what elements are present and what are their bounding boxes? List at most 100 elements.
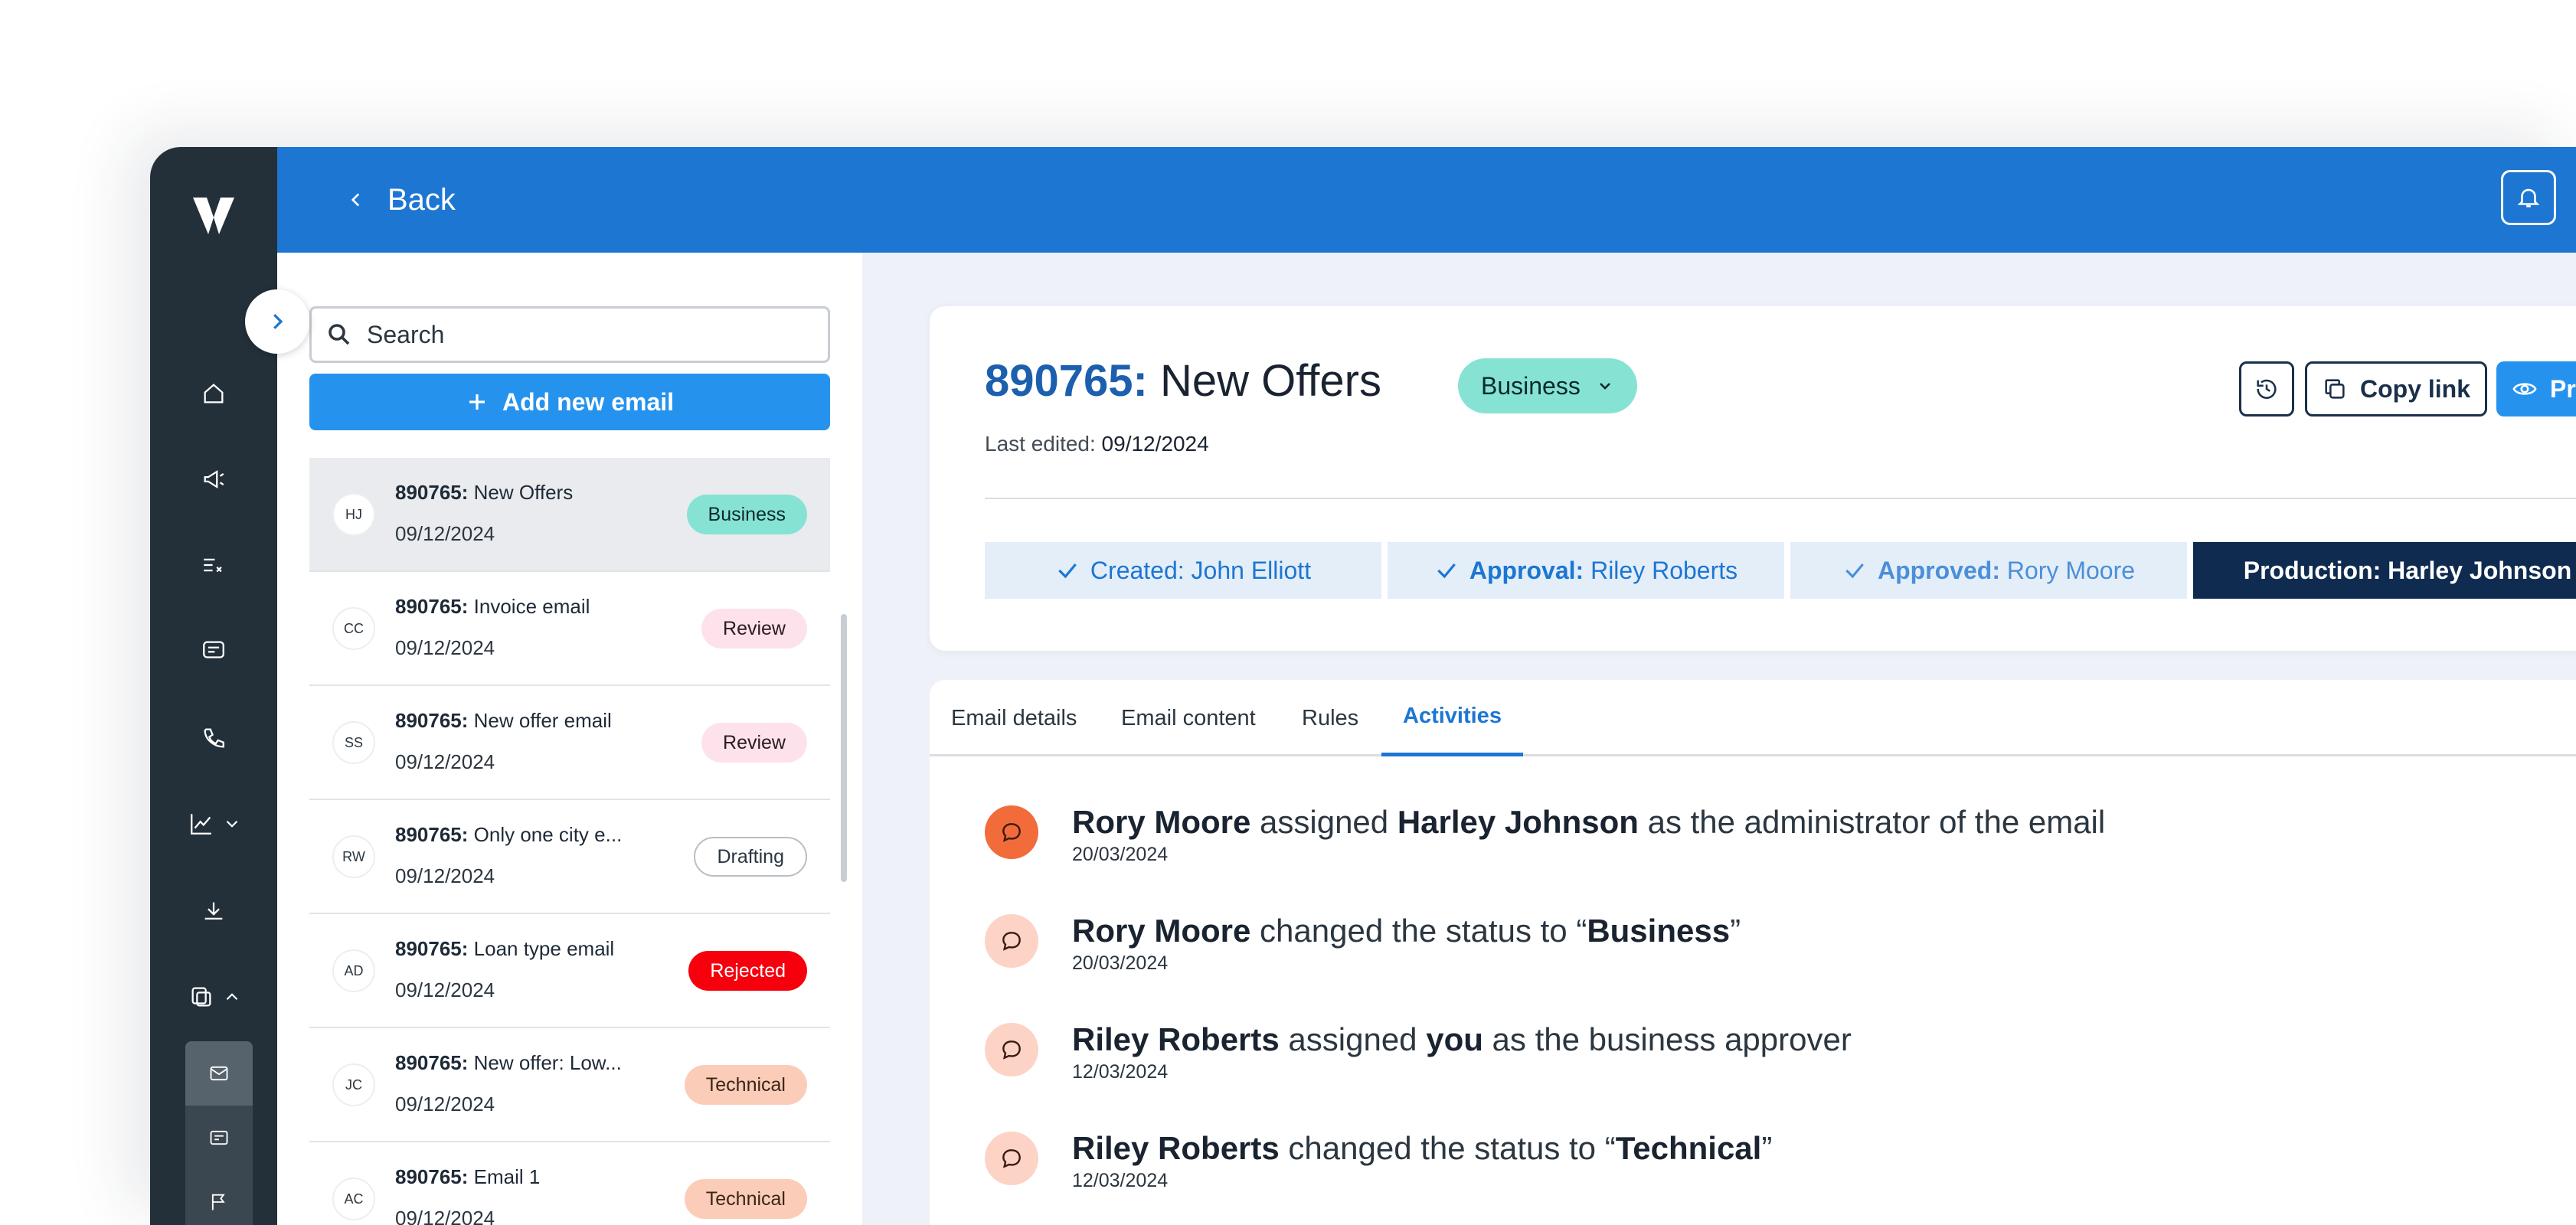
email-date: 09/12/2024: [395, 636, 495, 659]
status-badge: Review: [701, 723, 807, 763]
preview-test-button[interactable]: Preview a test: [2496, 361, 2576, 416]
back-label: Back: [387, 182, 456, 217]
copy-link-button[interactable]: Copy link: [2305, 361, 2487, 416]
activity-date: 20/03/2024: [1072, 952, 1169, 974]
avatar: SS: [332, 721, 375, 764]
logo-icon[interactable]: [188, 190, 239, 240]
eye-icon: [2512, 383, 2537, 395]
avatar: HJ: [332, 493, 375, 536]
mail-icon: [210, 1066, 228, 1081]
avatar: AD: [332, 949, 375, 992]
sidebar-subitem-flag[interactable]: [185, 1170, 253, 1225]
email-header-card: 890765: New Offers Business Last edited:…: [930, 306, 2576, 651]
checklist-icon: [204, 558, 222, 573]
plus-icon: [469, 394, 485, 410]
divider: [985, 498, 2576, 499]
email-name: New Offers: [1147, 356, 1381, 406]
avatar: CC: [332, 607, 375, 650]
download-icon: [204, 902, 223, 920]
top-bar: Back: [277, 147, 2576, 253]
add-new-email-label: Add new email: [502, 387, 675, 416]
list-item[interactable]: SS 890765: New offer email 09/12/2024 Re…: [309, 686, 830, 800]
list-item[interactable]: RW 890765: Only one city e... 09/12/2024…: [309, 800, 830, 914]
avatar: JC: [332, 1063, 375, 1106]
check-icon: [1845, 563, 1864, 579]
list-item[interactable]: HJ 890765: New Offers 09/12/2024 Busines…: [309, 458, 830, 572]
workflow-step-approved: Approved: Rory Moore: [1790, 542, 2187, 599]
check-icon: [1437, 563, 1456, 579]
status-dropdown[interactable]: Business: [1458, 358, 1637, 413]
tab-email-content[interactable]: Email content: [1121, 680, 1256, 756]
tab-activities[interactable]: Activities: [1381, 680, 1523, 756]
email-date: 09/12/2024: [395, 522, 495, 545]
list-item[interactable]: JC 890765: New offer: Low... 09/12/2024 …: [309, 1028, 830, 1142]
workflow-step-created: Created: John Elliott: [985, 542, 1381, 599]
search-icon: [329, 324, 350, 345]
email-list: HJ 890765: New Offers 09/12/2024 Busines…: [309, 458, 830, 1225]
sidebar-item-home[interactable]: [150, 369, 277, 418]
home-icon: [204, 384, 224, 403]
chevron-up-icon: [226, 993, 238, 1001]
sidebar-item-reports[interactable]: [150, 799, 277, 848]
copy-icon: [2325, 379, 2345, 399]
email-date: 09/12/2024: [395, 864, 495, 887]
tab-rules[interactable]: Rules: [1302, 680, 1358, 756]
list-item[interactable]: AC 890765: Email 1 09/12/2024 Technical: [309, 1142, 830, 1225]
chart-icon: [191, 814, 211, 835]
tab-email-details[interactable]: Email details: [951, 680, 1077, 756]
phone-icon: [204, 728, 224, 748]
list-item[interactable]: AD 890765: Loan type email 09/12/2024 Re…: [309, 914, 830, 1028]
sidebar-item-messages[interactable]: [150, 626, 277, 675]
search-field: [309, 306, 830, 363]
tab-bar: Email details Email content Rules Activi…: [930, 680, 2576, 756]
activity-message: Riley Roberts changed the status to “Tec…: [1072, 1130, 1773, 1166]
workflow-step-production: Production: Harley Johnson: [2193, 542, 2576, 599]
sidebar-item-downloads[interactable]: [150, 887, 277, 936]
email-date: 09/12/2024: [395, 750, 495, 773]
sidebar-submenu: [185, 1041, 253, 1225]
avatar: RW: [332, 835, 375, 878]
app-window: Back Add new email HJ 890765: New Offers…: [150, 147, 2576, 1225]
email-title: 890765: Invoice email: [395, 595, 590, 618]
sidebar-subitem-card[interactable]: [185, 1106, 253, 1170]
history-button[interactable]: [2239, 361, 2294, 416]
comment-icon: [985, 914, 1038, 968]
sidebar-item-calls[interactable]: [150, 714, 277, 763]
email-title: 890765: Only one city e...: [395, 823, 623, 846]
activity-date: 12/03/2024: [1072, 1170, 1169, 1191]
megaphone-icon: [204, 470, 224, 488]
activity-date: 20/03/2024: [1072, 844, 1169, 865]
comment-icon: [985, 805, 1038, 859]
status-badge: Drafting: [694, 837, 807, 877]
email-date: 09/12/2024: [395, 1207, 495, 1225]
sidebar-item-tasks[interactable]: [150, 541, 277, 590]
status-badge: Rejected: [688, 951, 807, 991]
notifications-button[interactable]: [2501, 170, 2556, 225]
status-badge: Technical: [684, 1065, 807, 1105]
last-edited: Last edited: 09/12/2024: [985, 432, 1209, 456]
sidebar-item-templates[interactable]: [150, 972, 277, 1021]
chevron-down-icon: [1599, 383, 1610, 390]
email-title: 890765: New offer email: [395, 709, 612, 732]
list-scrollbar[interactable]: [841, 614, 847, 882]
page-title: 890765: New Offers: [985, 355, 1381, 407]
status-badge: Technical: [684, 1179, 807, 1219]
avatar: AC: [332, 1178, 375, 1220]
activity-message: Rory Moore assigned Harley Johnson as th…: [1072, 804, 2106, 840]
activity-date: 12/03/2024: [1072, 1061, 1169, 1083]
expand-sidebar-button[interactable]: [245, 289, 309, 354]
email-list-panel: Add new email HJ 890765: New Offers 09/1…: [277, 253, 862, 1225]
email-date: 09/12/2024: [395, 1093, 495, 1116]
add-new-email-button[interactable]: Add new email: [309, 374, 830, 430]
search-input[interactable]: [367, 320, 796, 349]
chevron-left-icon: [351, 193, 360, 207]
status-badge: Review: [701, 609, 807, 648]
sidebar-subitem-email[interactable]: [185, 1041, 253, 1106]
list-item[interactable]: CC 890765: Invoice email 09/12/2024 Revi…: [309, 572, 830, 686]
sidebar-item-campaigns[interactable]: [150, 455, 277, 504]
check-icon: [1058, 563, 1077, 579]
email-title: 890765: Email 1: [395, 1165, 541, 1188]
chevron-down-icon: [226, 820, 238, 828]
back-button[interactable]: Back: [346, 176, 456, 224]
email-title: 890765: New offer: Low...: [395, 1051, 622, 1074]
